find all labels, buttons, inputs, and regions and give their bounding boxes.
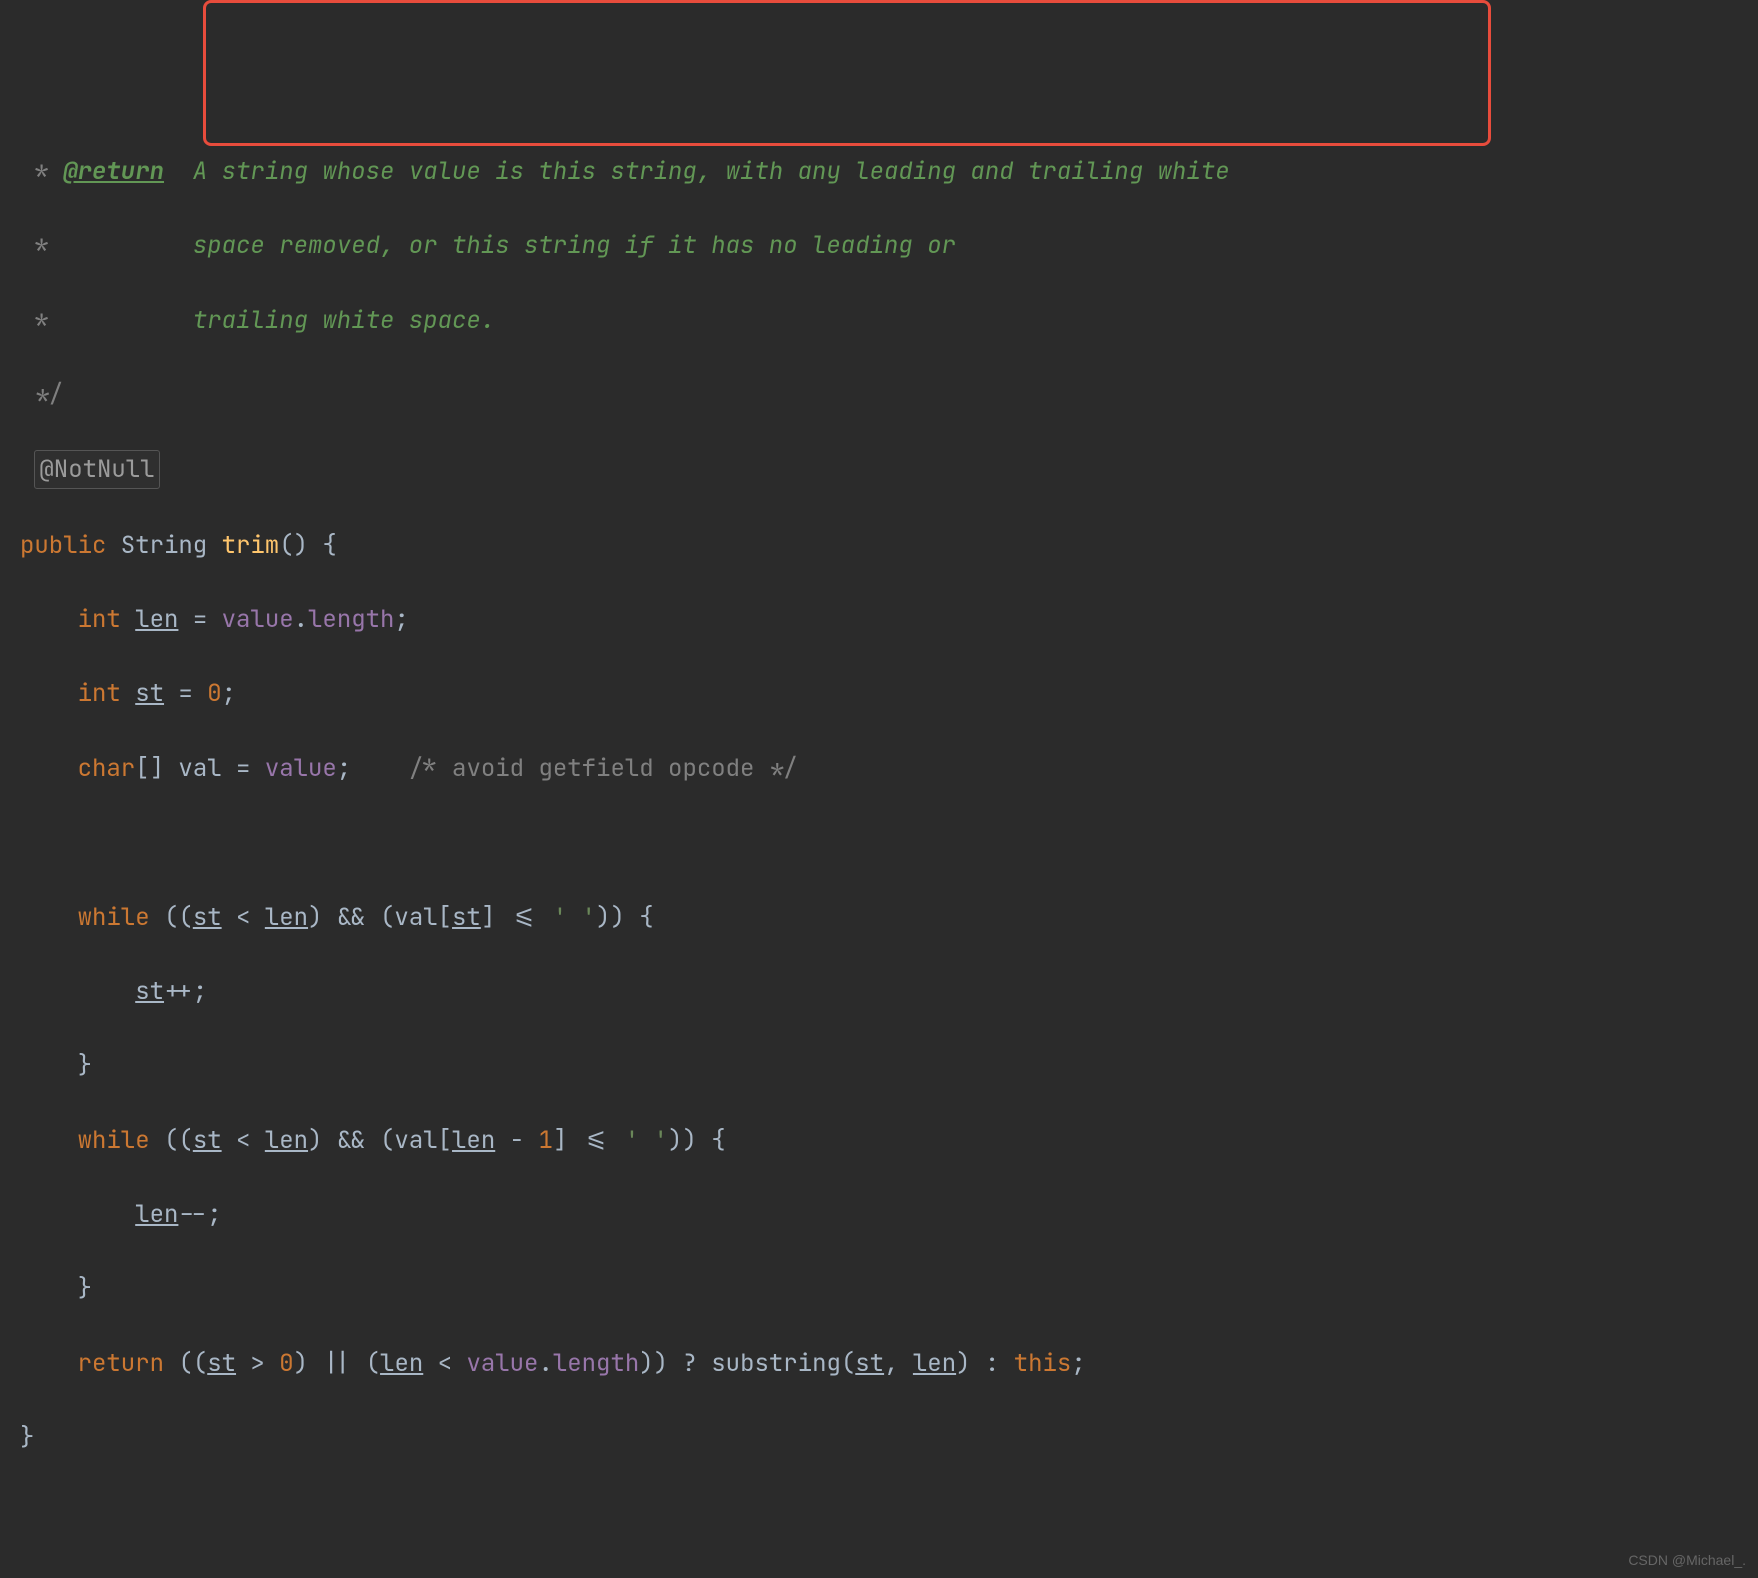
code-line: int len = value.length; bbox=[20, 601, 1758, 638]
code-line: int st = 0; bbox=[20, 675, 1758, 712]
code-line: } bbox=[20, 1270, 1758, 1307]
code-line: st++; bbox=[20, 973, 1758, 1010]
inline-comment: /* avoid getfield opcode */ bbox=[409, 753, 798, 784]
code-line: len--; bbox=[20, 1196, 1758, 1233]
method-signature: public String trim() { bbox=[20, 527, 1758, 564]
javadoc-line: * space removed, or this string if it ha… bbox=[20, 227, 1758, 264]
javadoc-line: * @return A string whose value is this s… bbox=[20, 153, 1758, 190]
javadoc-desc: space removed, or this string if it has … bbox=[193, 230, 956, 261]
code-line: } bbox=[20, 1419, 1758, 1456]
var-st: st bbox=[135, 678, 164, 709]
javadoc-return-tag: @return bbox=[63, 156, 164, 187]
javadoc-desc: A string whose value is this string, wit… bbox=[193, 156, 1230, 187]
notnull-annotation: @NotNull bbox=[34, 450, 159, 489]
field-value: value bbox=[222, 604, 294, 635]
javadoc-desc: trailing white space. bbox=[193, 305, 495, 336]
javadoc-close: */ bbox=[20, 376, 1758, 413]
code-editor[interactable]: * @return A string whose value is this s… bbox=[0, 0, 1758, 1578]
code-line: char[] val = value; /* avoid getfield op… bbox=[20, 750, 1758, 787]
method-call: substring bbox=[711, 1348, 841, 1379]
blank-line bbox=[20, 824, 1758, 861]
highlight-annotation-box bbox=[203, 0, 1491, 146]
var-val: val bbox=[178, 753, 221, 784]
code-line: while ((st < len) && (val[st] <= ' ')) { bbox=[20, 899, 1758, 936]
code-line: } bbox=[20, 1047, 1758, 1084]
method-name: trim bbox=[222, 530, 280, 561]
javadoc-line: * trailing white space. bbox=[20, 302, 1758, 339]
var-len: len bbox=[135, 604, 178, 635]
code-line: return ((st > 0) || (len < value.length)… bbox=[20, 1345, 1758, 1382]
watermark: CSDN @Michael_. bbox=[1628, 1550, 1746, 1572]
code-line: while ((st < len) && (val[len - 1] <= ' … bbox=[20, 1122, 1758, 1159]
annotation-line: @NotNull bbox=[20, 450, 1758, 489]
